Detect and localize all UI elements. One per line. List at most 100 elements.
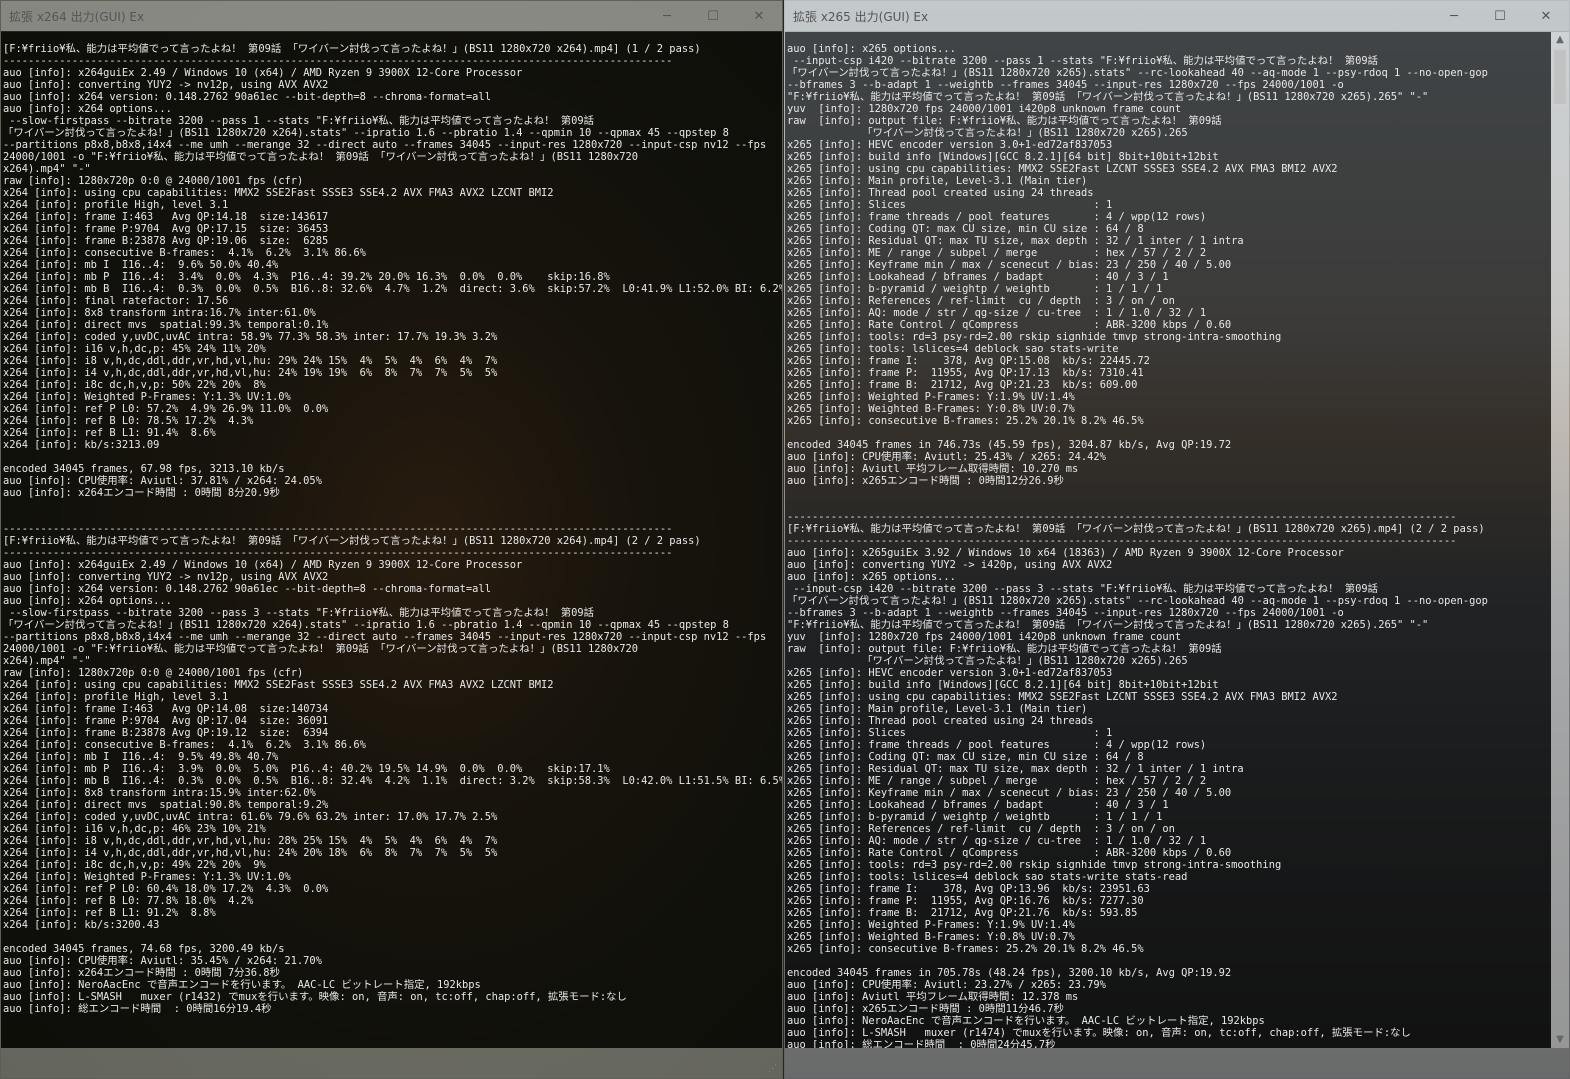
log-line: x264 [info]: mb I I16..4: 9.5% 49.8% 40.… (3, 751, 279, 763)
log-line: --slow-firstpass --bitrate 3200 --pass 1… (3, 115, 595, 127)
log-line: yuv [info]: 1280x720 fps 24000/1001 i420… (787, 631, 1182, 643)
log-line: encoded 34045 frames in 705.78s (48.24 f… (787, 967, 1232, 979)
log-line: x264 [info]: i8c dc,h,v,p: 50% 22% 20% 8… (3, 379, 266, 391)
log-line: auo [info]: L-SMASH muxer (r1432) でmuxを行… (3, 991, 627, 1003)
log-line: ----------------------------------------… (3, 523, 673, 535)
log-line: x264 [info]: frame I:463 Avg QP:14.08 si… (3, 703, 329, 715)
log-line: x264 [info]: profile High, level 3.1 (3, 691, 229, 703)
log-line: [F:¥friio¥私、能力は平均値でって言ったよね！ 第09話 「ワイバーン討… (787, 523, 1485, 535)
log-text: [F:¥friio¥私、能力は平均値でって言ったよね！ 第09話 「ワイバーン討… (1, 32, 782, 1015)
log-line: x265 [info]: Rate Control / qCompress : … (787, 319, 1232, 331)
log-line: yuv [info]: 1280x720 fps 24000/1001 i420… (787, 103, 1182, 115)
log-line: x264 [info]: consecutive B-frames: 4.1% … (3, 247, 366, 259)
log-line: auo [info]: x264guiEx 2.49 / Windows 10 … (3, 559, 523, 571)
log-line: --partitions p8x8,b8x8,i4x4 --me umh --m… (3, 139, 767, 151)
log-line: encoded 34045 frames in 746.73s (45.59 f… (787, 439, 1232, 451)
log-line: x265 [info]: Coding QT: max CU size, min… (787, 751, 1144, 763)
log-line: x265 [info]: frame P: 11955, Avg QP:16.7… (787, 895, 1144, 907)
log-line: x264 [info]: ref P L0: 60.4% 18.0% 17.2%… (3, 883, 329, 895)
log-line: x264 [info]: ref B L0: 78.5% 17.2% 4.3% (3, 415, 254, 427)
log-line: auo [info]: converting YUY2 -> nv12p, us… (3, 79, 329, 91)
scroll-up-icon[interactable]: ▲ (1551, 32, 1569, 48)
log-line: x264 [info]: coded y,uvDC,uvAC intra: 58… (3, 331, 498, 343)
log-line: x264 [info]: i8 v,h,dc,ddl,ddr,vr,hd,vl,… (3, 835, 498, 847)
scroll-thumb[interactable] (1554, 50, 1566, 104)
log-line: auo [info]: x265 options... (787, 571, 956, 583)
log-line: x264 [info]: i16 v,h,dc,p: 45% 24% 11% 2… (3, 343, 266, 355)
log-line: encoded 34045 frames, 74.68 fps, 3200.49… (3, 943, 285, 955)
log-line: x264 [info]: using cpu capabilities: MMX… (3, 187, 554, 199)
vertical-scrollbar[interactable]: ▲ ▼ (1551, 32, 1569, 1048)
log-output[interactable]: [F:¥friio¥私、能力は平均値でって言ったよね！ 第09話 「ワイバーン討… (1, 32, 782, 1048)
log-line: x264 [info]: final ratefactor: 17.56 (3, 295, 229, 307)
log-line: auo [info]: Aviutl 平均フレーム取得時間: 10.270 ms (787, 463, 1079, 475)
log-line: raw [info]: 1280x720p 0:0 @ 24000/1001 f… (3, 667, 304, 679)
log-line: x264 [info]: frame P:9704 Avg QP:17.15 s… (3, 223, 329, 235)
minimize-button[interactable]: ─ (644, 1, 690, 31)
close-button[interactable]: ✕ (1523, 1, 1569, 31)
log-line: auo [info]: 総エンコード時間 : 0時間24分45.7秒 (787, 1039, 1056, 1048)
x264-output-window: 拡張 x264 出力(GUI) Ex ─ ☐ ✕ [F:¥friio¥私、能力は… (0, 0, 783, 1079)
log-line: x264 [info]: direct mvs spatial:99.3% te… (3, 319, 329, 331)
log-line: x265 [info]: Coding QT: max CU size, min… (787, 223, 1144, 235)
log-line: x264 [info]: frame I:463 Avg QP:14.18 si… (3, 211, 329, 223)
log-line: x264 [info]: frame P:9704 Avg QP:17.04 s… (3, 715, 329, 727)
log-line: 「ワイバーン討伐って言ったよね！」(BS11 1280x720 x265).st… (787, 67, 1488, 79)
log-line: x264 [info]: ref B L1: 91.4% 8.6% (3, 427, 216, 439)
log-line: --bframes 3 --b-adapt 1 --weightb --fram… (787, 607, 1344, 619)
log-line: x265 [info]: tools: lslices=4 deblock sa… (787, 343, 1119, 355)
titlebar[interactable]: 拡張 x264 出力(GUI) Ex ─ ☐ ✕ (1, 1, 782, 31)
log-line: x265 [info]: frame B: 21712, Avg QP:21.2… (787, 379, 1138, 391)
log-line: 「ワイバーン討伐って言ったよね！」(BS11 1280x720 x264).st… (3, 619, 729, 631)
log-line: "F:¥friio¥私、能力は平均値でって言ったよね！ 第09話 「ワイバーン討… (787, 619, 1429, 631)
log-line: auo [info]: x265エンコード時間 : 0時間11分46.7秒 (787, 1003, 1064, 1015)
titlebar[interactable]: 拡張 x265 出力(GUI) Ex ─ ☐ ✕ (785, 1, 1569, 31)
status-bar: ⋰ (1, 1048, 782, 1078)
log-line: x265 [info]: frame I: 378, Avg QP:13.96 … (787, 883, 1150, 895)
log-line: x265 [info]: HEVC encoder version 3.0+1-… (787, 667, 1113, 679)
log-line: x265 [info]: Main profile, Level-3.1 (Ma… (787, 703, 1088, 715)
log-line: x265 [info]: Residual QT: max TU size, m… (787, 763, 1244, 775)
log-line: x265 [info]: HEVC encoder version 3.0+1-… (787, 139, 1113, 151)
log-line: "F:¥friio¥私、能力は平均値でって言ったよね！ 第09話 「ワイバーン討… (787, 91, 1429, 103)
log-line: x265 [info]: AQ: mode / str / qg-size / … (787, 307, 1207, 319)
log-line: x265 [info]: frame threads / pool featur… (787, 739, 1207, 751)
log-line: x265 [info]: Lookahead / bframes / badap… (787, 799, 1169, 811)
log-line: x265 [info]: frame P: 11955, Avg QP:17.1… (787, 367, 1144, 379)
minimize-button[interactable]: ─ (1431, 1, 1477, 31)
log-output[interactable]: auo [info]: x265 options... --input-csp … (785, 32, 1551, 1048)
log-line: auo [info]: Aviutl 平均フレーム取得時間: 12.378 ms (787, 991, 1079, 1003)
window-title: 拡張 x265 出力(GUI) Ex (793, 9, 929, 24)
log-line: 「ワイバーン討伐って言ったよね！」(BS11 1280x720 x264).st… (3, 127, 729, 139)
log-line: x264 [info]: i4 v,h,dc,ddl,ddr,vr,hd,vl,… (3, 847, 498, 859)
log-line: [F:¥friio¥私、能力は平均値でって言ったよね！ 第09話 「ワイバーン討… (3, 43, 701, 55)
close-button[interactable]: ✕ (736, 1, 782, 31)
log-line: auo [info]: x264 options... (3, 595, 172, 607)
log-line: x264 [info]: ref B L1: 91.2% 8.8% (3, 907, 216, 919)
log-line: --bframes 3 --b-adapt 1 --weightb --fram… (787, 79, 1344, 91)
log-line: x265 [info]: Slices : 1 (787, 727, 1113, 739)
log-line: x265 [info]: Keyframe min / max / scenec… (787, 787, 1232, 799)
log-line: x264 [info]: i8c dc,h,v,p: 49% 22% 20% 9… (3, 859, 266, 871)
log-line: x265 [info]: consecutive B-frames: 25.2%… (787, 943, 1144, 955)
log-line: auo [info]: x264エンコード時間 : 0時間 7分36.8秒 (3, 967, 280, 979)
log-line: x265 [info]: Main profile, Level-3.1 (Ma… (787, 175, 1088, 187)
scroll-down-icon[interactable]: ▼ (1551, 1032, 1569, 1048)
log-line: x265 [info]: Slices : 1 (787, 199, 1113, 211)
log-line: x264 [info]: mb P I16..4: 3.9% 0.0% 5.0%… (3, 763, 610, 775)
log-line: x264 [info]: kb/s:3213.09 (3, 439, 160, 451)
maximize-button[interactable]: ☐ (690, 1, 736, 31)
log-line: --input-csp i420 --bitrate 3200 --pass 1… (787, 55, 1379, 67)
log-line: x264 [info]: direct mvs spatial:90.8% te… (3, 799, 329, 811)
log-line: 「ワイバーン討伐って言ったよね！」(BS11 1280x720 x265).26… (787, 127, 1188, 139)
log-line: auo [info]: x265guiEx 3.92 / Windows 10 … (787, 547, 1344, 559)
log-line: x265 [info]: References / ref-limit cu /… (787, 295, 1175, 307)
log-line: auo [info]: 総エンコード時間 : 0時間16分19.4秒 (3, 1003, 272, 1015)
resize-grip-icon[interactable]: ⋰ (768, 1064, 778, 1074)
log-line: x265 [info]: Thread pool created using 2… (787, 187, 1094, 199)
maximize-button[interactable]: ☐ (1477, 1, 1523, 31)
log-line: raw [info]: output file: F:¥friio¥私、能力は平… (787, 115, 1222, 127)
log-line: auo [info]: L-SMASH muxer (r1474) でmuxを行… (787, 1027, 1411, 1039)
